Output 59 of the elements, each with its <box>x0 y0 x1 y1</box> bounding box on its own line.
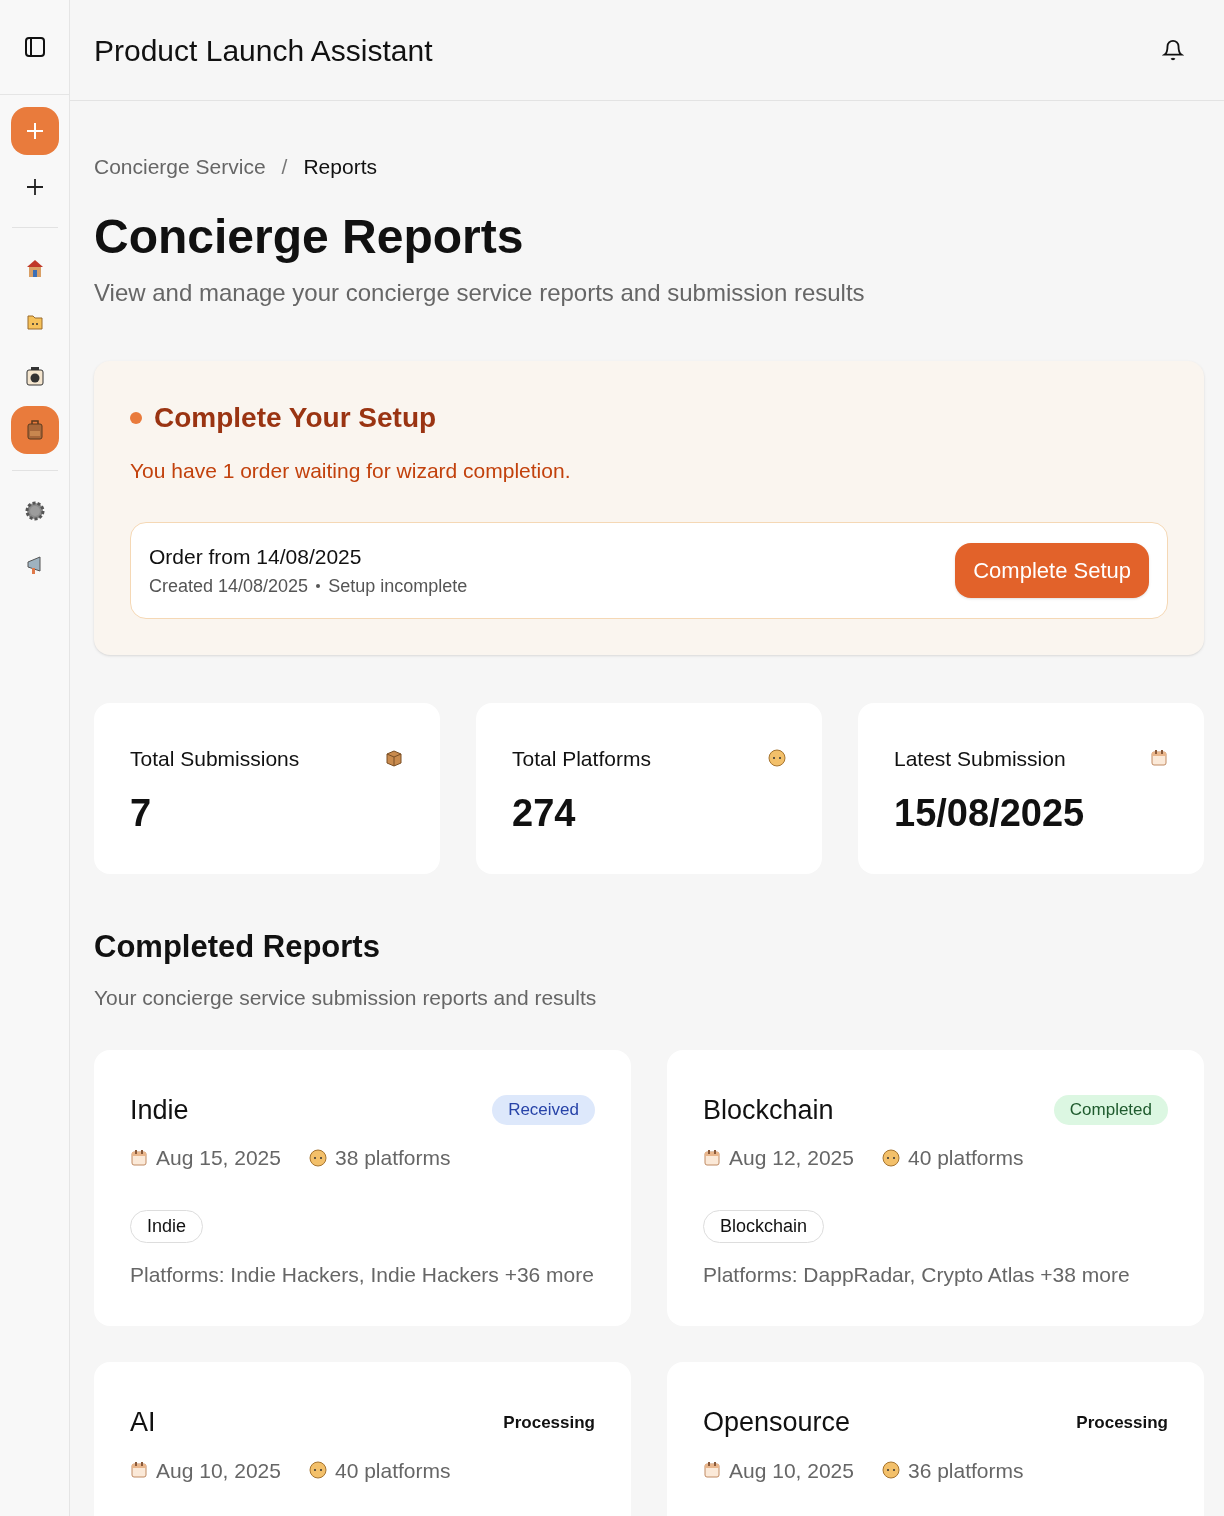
plus-icon <box>25 178 44 196</box>
face-icon <box>881 1148 900 1167</box>
stat-value: 15/08/2025 <box>894 791 1086 836</box>
status-badge: Received <box>492 1095 595 1125</box>
app-title: Product Launch Assistant <box>94 32 433 69</box>
order-title: Order from 14/08/2025 <box>149 544 363 570</box>
status-label: Processing <box>1076 1411 1168 1434</box>
stat-value: 7 <box>130 791 153 836</box>
setup-title: Complete Your Setup <box>154 400 437 435</box>
plus-icon <box>24 121 45 141</box>
stat-label: Total Submissions <box>130 745 300 772</box>
page-title: Concierge Reports <box>94 208 525 265</box>
complete-setup-button[interactable]: Complete Setup <box>955 542 1149 598</box>
face-icon <box>308 1461 327 1480</box>
section-title: Completed Reports <box>94 927 381 966</box>
face-icon <box>881 1461 900 1480</box>
report-date: Aug 10, 2025 <box>729 1457 854 1484</box>
face-icon <box>768 749 786 768</box>
stat-label: Latest Submission <box>894 745 1066 772</box>
breadcrumb-separator: / <box>281 154 288 180</box>
breadcrumb-link[interactable]: Reports <box>303 151 377 183</box>
sidebar-toggle-icon[interactable] <box>24 37 45 57</box>
platform-list: Platforms: Indie Hackers, Indie Hackers +36 more <box>130 1258 595 1290</box>
calendar-icon <box>130 1461 148 1480</box>
status-badge: Completed <box>1053 1095 1168 1125</box>
status-label: Processing <box>503 1411 595 1434</box>
camera-icon <box>23 365 46 387</box>
setup-message: You have 1 order waiting for wizard completion. <box>130 457 572 484</box>
bullet-icon <box>316 584 321 588</box>
platform-count: 38 platforms <box>334 1145 451 1171</box>
calendar-icon <box>703 1461 721 1480</box>
calendar-icon <box>703 1148 721 1167</box>
platform-list: Platforms: DappRadar, Crypto Atlas +38 more <box>703 1258 1168 1290</box>
report-date: Aug 12, 2025 <box>729 1145 854 1171</box>
folder-icon <box>24 312 45 332</box>
report-date: Aug 10, 2025 <box>156 1457 281 1484</box>
face-icon <box>308 1148 327 1167</box>
report-title: Indie <box>130 1093 189 1127</box>
platform-count: 40 platforms <box>907 1145 1024 1171</box>
page-subtitle: View and manage your concierge service reports and submission results <box>94 277 866 308</box>
gear-icon <box>23 500 46 522</box>
report-date: Aug 15, 2025 <box>156 1145 281 1171</box>
order-created: Created 14/08/2025 <box>149 574 309 598</box>
section-subtitle: Your concierge service submission reports and results <box>94 985 598 1011</box>
breadcrumb-link[interactable]: Concierge Service <box>94 151 266 183</box>
report-title: AI <box>130 1406 156 1439</box>
report-title: Opensource <box>703 1406 851 1439</box>
calendar-icon <box>1150 749 1168 768</box>
report-title: Blockchain <box>703 1093 834 1127</box>
calendar-icon <box>130 1148 148 1167</box>
platform-count: 36 platforms <box>907 1457 1024 1484</box>
sidebar-item[interactable] <box>10 406 59 454</box>
order-status: Setup incomplete <box>328 574 468 598</box>
new-button[interactable] <box>10 107 59 155</box>
platform-count: 40 platforms <box>334 1457 451 1484</box>
stat-label: Total Platforms <box>512 745 651 772</box>
notification-bell-icon[interactable] <box>1162 39 1184 61</box>
stat-value: 274 <box>512 791 577 836</box>
box-icon <box>384 748 404 769</box>
